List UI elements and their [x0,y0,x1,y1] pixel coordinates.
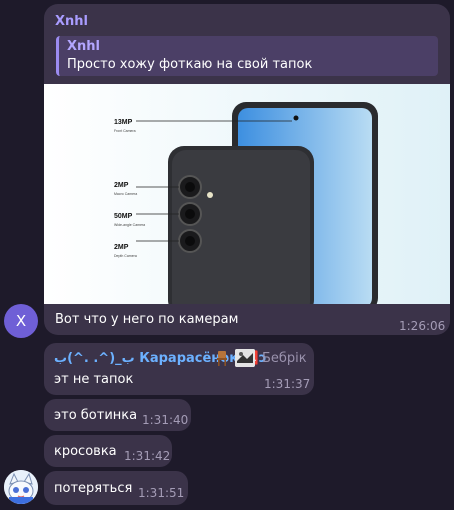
message-time: 1:26:06 [399,319,446,333]
message-text: потеряться [54,481,133,496]
avatar-cat[interactable] [4,470,38,504]
phone-camera-photo[interactable]: 13MP Front Camera 2MP Macro Camera 50MP … [44,84,450,304]
chair-icon [217,351,227,366]
message-bubble[interactable]: это ботинка 1:31:40 [44,399,191,431]
message-time: 1:31:51 [138,486,185,500]
message-text: эт не тапок [54,372,134,387]
message-bubble-reply[interactable]: ب_(^. .^)ب Карарасёнок 🆑ɔ Бебрік эт не т… [44,343,314,395]
message-text: Вот что у него по камерам [55,312,239,327]
message-time: 1:31:42 [124,449,171,463]
cat-avatar-icon [4,470,38,504]
camera-label-front: 13MP [114,119,133,126]
sender-name[interactable]: Xnhl [55,14,88,29]
avatar-letter: X [15,312,27,330]
sender-tag: Бебрік [262,351,307,366]
message-text: кросовка [54,444,117,459]
message-time: 1:31:40 [142,413,189,427]
reply-preview[interactable]: Xnhl Просто хожу фоткаю на свой тапок [56,36,438,76]
message-bubble-camera[interactable]: Xnhl Xnhl Просто хожу фоткаю на свой тап… [44,4,450,335]
camera-sub-depth: Depth Camera [114,254,137,258]
camera-label-depth: 2MP [114,244,129,251]
message-bubble[interactable]: кросовка 1:31:42 [44,435,172,467]
reply-sender-name: Xnhl [67,39,100,54]
message-text: это ботинка [54,408,138,423]
camera-label-macro: 2MP [114,182,129,189]
sticker-icon [235,349,255,367]
camera-sub-macro: Macro Camera [114,192,137,196]
camera-sub-wide: Wide-angle Camera [114,223,145,227]
reply-text: Просто хожу фоткаю на свой тапок [67,57,313,72]
camera-label-wide: 50MP [114,213,133,220]
message-bubble[interactable]: потеряться 1:31:51 [44,471,188,505]
camera-sub-front: Front Camera [114,129,136,133]
message-time: 1:31:37 [264,377,311,391]
avatar-xnhl[interactable]: X [4,304,38,338]
